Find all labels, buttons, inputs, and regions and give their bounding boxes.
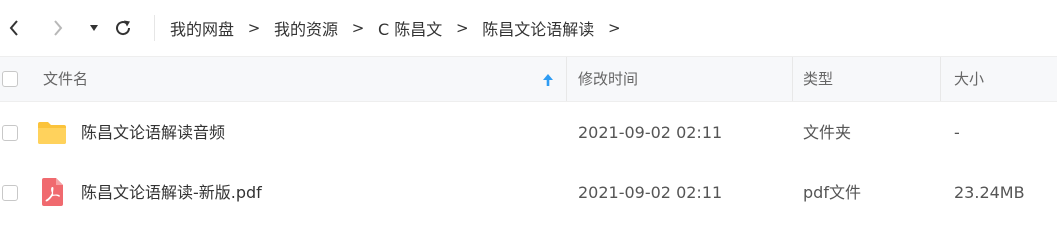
refresh-icon [116, 20, 131, 35]
select-all-checkbox[interactable] [2, 71, 18, 87]
chevron-left-icon [9, 19, 18, 36]
file-list-header: 文件名 修改时间 类型 大小 [0, 56, 1057, 102]
file-modified-time: 2021-09-02 02:11 [578, 123, 723, 142]
column-divider[interactable] [792, 57, 793, 101]
navigation-toolbar: 我的网盘 > 我的资源 > C 陈昌文 > 陈昌文论语解读 > [0, 0, 1057, 55]
column-header-type[interactable]: 类型 [803, 57, 833, 101]
chevron-right-icon [54, 19, 63, 36]
file-name[interactable]: 陈昌文论语解读-新版.pdf [81, 165, 262, 221]
breadcrumb-dropdown-separator[interactable]: > [594, 19, 634, 37]
breadcrumb-item-my-drive[interactable]: 我的网盘 [170, 16, 234, 40]
breadcrumb-item-current-folder[interactable]: 陈昌文论语解读 [482, 16, 594, 40]
caret-down-icon [90, 24, 98, 31]
breadcrumb-item-author-folder[interactable]: C 陈昌文 [378, 16, 442, 40]
column-header-name[interactable]: 文件名 [43, 57, 88, 101]
history-dropdown-button[interactable] [84, 0, 104, 55]
file-size: - [954, 123, 960, 142]
row-checkbox[interactable] [2, 185, 18, 201]
column-header-size[interactable]: 大小 [954, 57, 984, 101]
breadcrumb-item-my-resources[interactable]: 我的资源 [274, 16, 338, 40]
row-checkbox[interactable] [2, 125, 18, 141]
column-divider[interactable] [566, 57, 567, 101]
breadcrumb-separator: > [351, 18, 365, 37]
file-type: pdf文件 [803, 183, 861, 202]
table-row[interactable]: 陈昌文论语解读-新版.pdf 2021-09-02 02:11 pdf文件 23… [0, 165, 1057, 221]
table-row[interactable]: 陈昌文论语解读音频 2021-09-02 02:11 文件夹 - [0, 105, 1057, 161]
back-button[interactable] [0, 0, 28, 55]
column-header-modified[interactable]: 修改时间 [578, 57, 638, 101]
toolbar-divider [154, 15, 155, 41]
file-type: 文件夹 [803, 123, 852, 142]
arrow-up-icon[interactable] [542, 72, 554, 88]
pdf-file-icon [42, 178, 63, 206]
breadcrumb: 我的网盘 > 我的资源 > C 陈昌文 > 陈昌文论语解读 > [170, 0, 634, 55]
column-divider[interactable] [940, 57, 941, 101]
breadcrumb-separator: > [247, 18, 261, 37]
breadcrumb-separator: > [456, 18, 469, 37]
file-size: 23.24MB [954, 183, 1025, 202]
folder-icon [38, 122, 66, 144]
forward-button[interactable] [44, 0, 72, 55]
file-name[interactable]: 陈昌文论语解读音频 [81, 105, 225, 161]
file-modified-time: 2021-09-02 02:11 [578, 183, 723, 202]
refresh-button[interactable] [110, 0, 136, 55]
